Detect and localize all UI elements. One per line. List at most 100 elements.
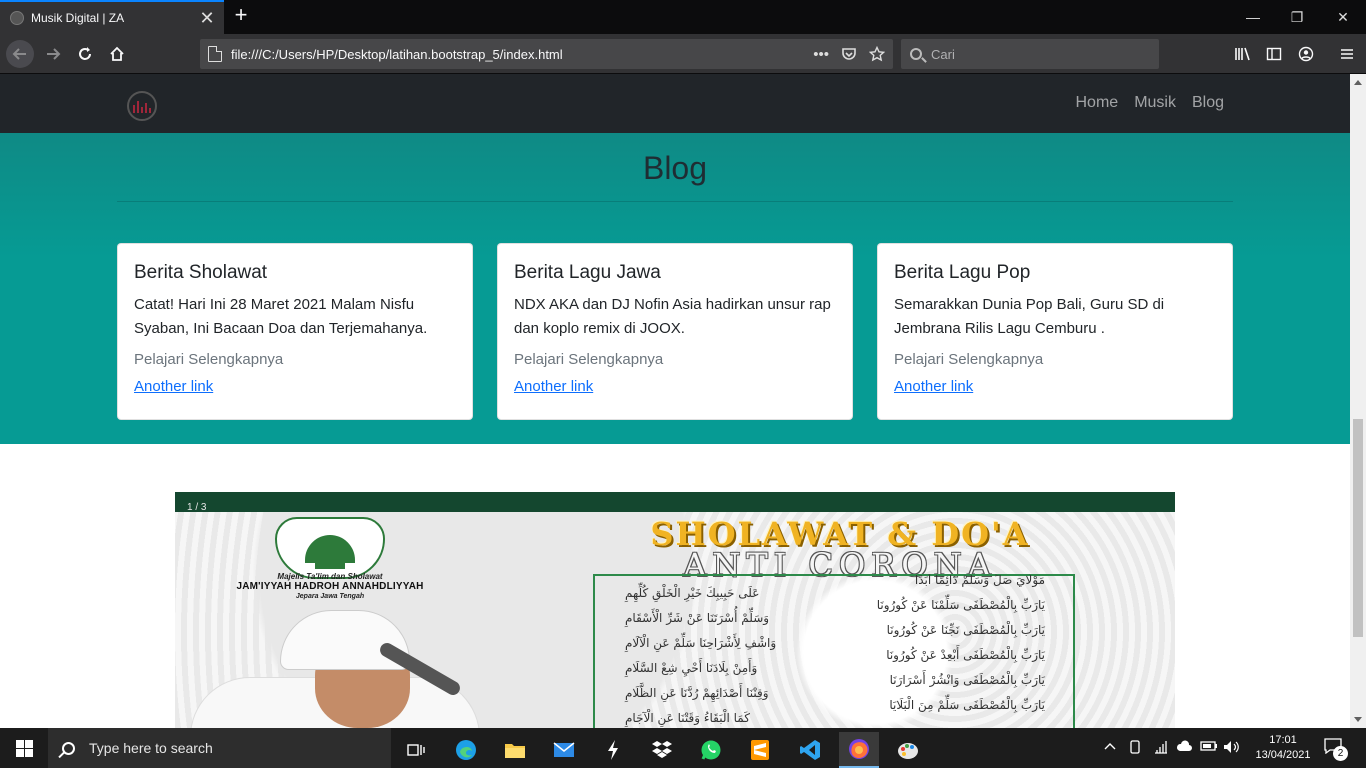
vscode-icon[interactable] (790, 732, 830, 768)
taskbar-search-box[interactable]: Type here to search (48, 728, 391, 768)
card-subtitle: Pelajari Selengkapnya (514, 351, 664, 368)
clock-date: 13/04/2021 (1255, 749, 1311, 761)
taskbar-search-placeholder: Type here to search (89, 740, 213, 756)
nav-link-blog[interactable]: Blog (1192, 94, 1224, 112)
account-icon[interactable] (1294, 42, 1318, 66)
firefox-icon[interactable] (839, 732, 879, 768)
volume-icon[interactable] (1223, 740, 1239, 757)
blog-heading: Blog (642, 150, 708, 186)
emblem-ribbon (315, 563, 345, 569)
pocket-icon[interactable] (841, 46, 857, 62)
image-carousel[interactable]: 1 / 3 Majelis Ta'lim dan Sholawat JAM'IY… (175, 492, 1175, 728)
lyric-line: يَارَبِّ بِالْمُصْطَفَى وَانْشُرْ أَسْرَ… (889, 673, 1045, 687)
page-viewport: Home Musik Blog Blog Berita Sholawat Cat… (0, 74, 1350, 728)
card-text: Semarakkan Dunia Pop Bali, Guru SD di Je… (894, 296, 1165, 337)
hamburger-menu-icon[interactable] (1335, 42, 1359, 66)
home-icon (110, 46, 124, 61)
card-link[interactable]: Another link (134, 378, 213, 395)
browser-search-input[interactable]: Cari (901, 39, 1159, 69)
url-text[interactable]: file:///C:/Users/HP/Desktop/latihan.boot… (231, 47, 813, 62)
app-lightning-icon[interactable] (593, 732, 633, 768)
address-bar[interactable]: file:///C:/Users/HP/Desktop/latihan.boot… (200, 39, 893, 69)
device-icon[interactable] (1129, 740, 1141, 757)
network-icon[interactable] (1154, 740, 1168, 757)
card-link[interactable]: Another link (894, 378, 973, 395)
sublime-text-icon[interactable] (740, 732, 780, 768)
scroll-down-arrow-icon[interactable] (1354, 717, 1362, 722)
paint-icon[interactable] (888, 732, 928, 768)
page-actions-icon[interactable]: ••• (813, 46, 829, 63)
show-hidden-icons-icon[interactable] (1104, 740, 1116, 754)
lyric-line: مَوْلَايَ صَلِّ وَسَلِّمْ دَائِمًا أَبَد… (914, 574, 1045, 587)
blog-card: Berita Sholawat Catat! Hari Ini 28 Maret… (117, 243, 473, 420)
card-subtitle: Pelajari Selengkapnya (134, 351, 284, 368)
scrollbar-thumb[interactable] (1353, 419, 1363, 637)
card-text: Catat! Hari Ini 28 Maret 2021 Malam Nisf… (134, 296, 428, 337)
slide-org-location: Jepara Jawa Tengah (295, 593, 365, 600)
brand-logo[interactable] (127, 91, 157, 121)
site-navbar: Home Musik Blog (0, 74, 1350, 133)
card-link[interactable]: Another link (514, 378, 593, 395)
card-text: NDX AKA dan DJ Nofin Asia hadirkan unsur… (514, 296, 831, 337)
battery-icon[interactable] (1200, 740, 1218, 755)
divider (117, 201, 1233, 202)
nav-link-home[interactable]: Home (1076, 94, 1119, 112)
file-explorer-icon[interactable] (495, 732, 535, 768)
whatsapp-icon[interactable] (691, 732, 731, 768)
window-close-button[interactable]: ✕ (1320, 0, 1366, 34)
arabic-lyrics: مَوْلَايَ صَلِّ وَسَلِّمْ دَائِمًا أَبَد… (605, 574, 1065, 728)
back-button[interactable] (6, 40, 34, 68)
nav-link-musik[interactable]: Musik (1134, 94, 1176, 112)
blog-card: Berita Lagu Pop Semarakkan Dunia Pop Bal… (877, 243, 1233, 420)
search-placeholder: Cari (931, 46, 955, 62)
singer-cap (280, 610, 410, 670)
library-icon[interactable] (1231, 42, 1255, 66)
edge-browser-icon[interactable] (446, 732, 486, 768)
arrow-right-icon (47, 48, 61, 60)
windows-taskbar: Type here to search 17:01 13/04/2021 2 (0, 728, 1366, 768)
sidebar-icon[interactable] (1262, 42, 1286, 66)
dropbox-icon[interactable] (642, 732, 682, 768)
site-nav-links: Home Musik Blog (1076, 94, 1225, 112)
page-scrollbar[interactable] (1350, 74, 1366, 728)
mail-icon[interactable] (544, 732, 584, 768)
file-icon (208, 46, 222, 62)
scroll-up-arrow-icon[interactable] (1354, 80, 1362, 85)
bookmark-star-icon[interactable] (869, 45, 885, 62)
slide-org-name: JAM'IYYAH HADROH ANNAHDLIYYAH (236, 581, 424, 592)
browser-tab-strip: Musik Digital | ZA ✕ + — ❐ ✕ (0, 0, 1366, 34)
cloud-icon[interactable] (1176, 740, 1192, 755)
lyric-line: كَمَا الْبَقَاءُ وَقَتْنَا عَنِ الْآجَام… (625, 710, 750, 725)
tab-title: Musik Digital | ZA (31, 11, 125, 25)
notification-count-badge: 2 (1333, 746, 1348, 761)
lyric-line: يَارَبِّ بِالْمُصْطَفَى سَلِّمْنَا عَنْ … (876, 598, 1045, 612)
clock-time: 17:01 (1269, 734, 1297, 746)
start-button[interactable] (0, 728, 48, 768)
window-minimize-button[interactable]: — (1230, 0, 1276, 34)
window-restore-button[interactable]: ❐ (1274, 0, 1320, 34)
slide-org-line1: Majelis Ta'lim dan Sholawat (277, 572, 383, 581)
system-clock[interactable]: 17:01 13/04/2021 (1250, 733, 1316, 763)
windows-logo-icon (15, 739, 33, 757)
tab-close-icon[interactable]: ✕ (196, 8, 218, 29)
reload-button[interactable] (71, 40, 99, 68)
home-button[interactable] (103, 40, 131, 68)
organization-emblem (275, 517, 385, 579)
carousel-counter: 1 / 3 (175, 492, 1175, 513)
lyric-line: يَارَبِّ بِالْمُصْطَفَى أَبْعِدْ عَنْ كُ… (886, 648, 1045, 662)
card-title: Berita Lagu Pop (894, 262, 1031, 283)
card-title: Berita Lagu Jawa (514, 262, 661, 283)
card-title: Berita Sholawat (134, 262, 268, 283)
forward-button[interactable] (39, 40, 67, 68)
browser-tab-active[interactable]: Musik Digital | ZA ✕ (0, 0, 224, 34)
lyric-line: يَارَبِّ بِالْمُصْطَفَى نَجِّنَا عَنْ كُ… (886, 623, 1045, 637)
new-tab-button[interactable]: + (230, 4, 252, 28)
search-icon (62, 741, 75, 755)
blog-card: Berita Lagu Jawa NDX AKA dan DJ Nofin As… (497, 243, 853, 420)
arrow-left-icon (12, 48, 26, 60)
card-subtitle: Pelajari Selengkapnya (894, 351, 1044, 368)
task-view-icon[interactable] (396, 732, 436, 768)
reload-icon (79, 47, 91, 60)
blog-section: Blog Berita Sholawat Catat! Hari Ini 28 … (0, 133, 1350, 444)
site-favicon-icon (10, 11, 24, 25)
